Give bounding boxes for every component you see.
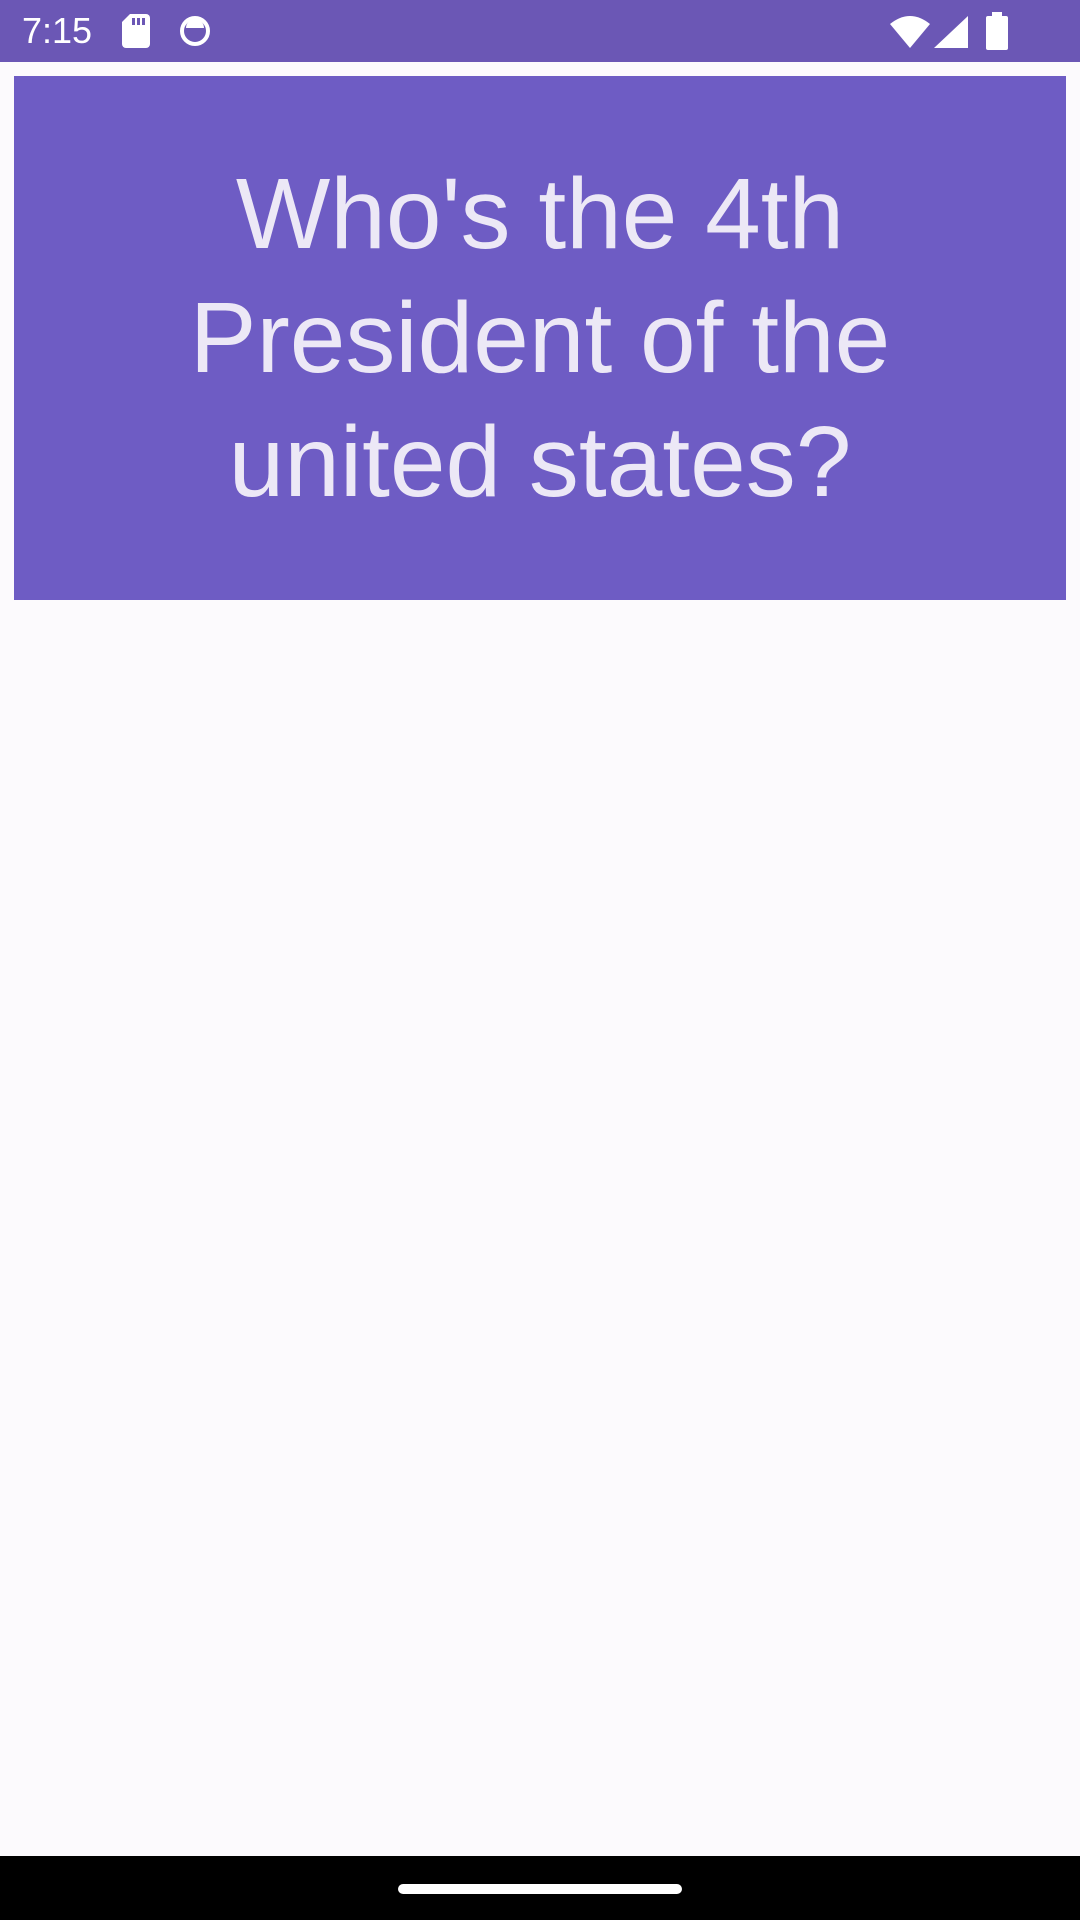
status-bar: 7:15 xyxy=(0,0,1080,62)
battery-icon xyxy=(986,12,1008,50)
app-screen: 7:15 Who's the 4th President of the unit… xyxy=(0,0,1080,1920)
navigation-bar xyxy=(0,1856,1080,1920)
home-handle-icon[interactable] xyxy=(398,1884,682,1894)
question-text: Who's the 4th President of the united st… xyxy=(189,158,891,518)
sd-card-icon xyxy=(122,14,150,48)
wifi-icon xyxy=(890,16,930,48)
question-card: Who's the 4th President of the united st… xyxy=(14,76,1066,600)
sync-circle-icon xyxy=(178,14,212,48)
status-time: 7:15 xyxy=(22,10,93,51)
cell-signal-icon xyxy=(934,16,968,48)
